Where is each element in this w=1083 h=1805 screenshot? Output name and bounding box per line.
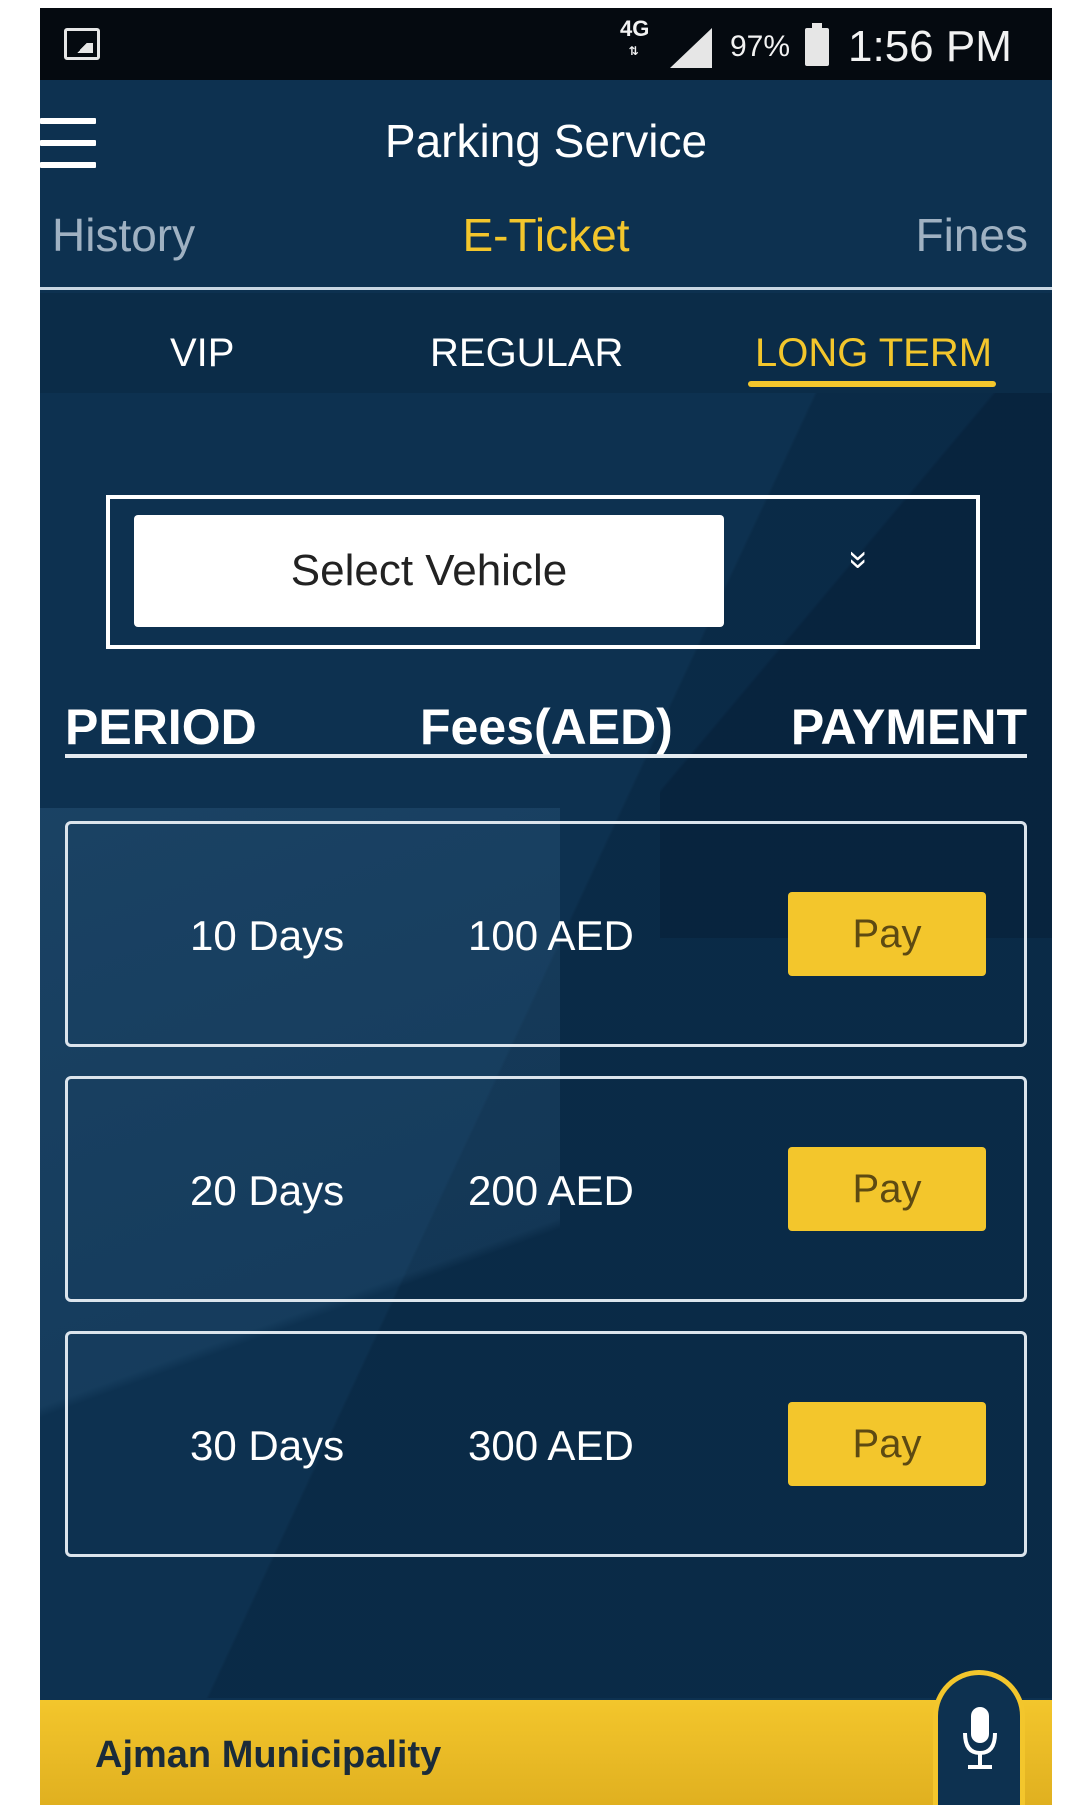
hamburger-menu-icon[interactable] bbox=[40, 118, 96, 170]
row-fee: 200 AED bbox=[468, 1167, 634, 1214]
row-fee: 300 AED bbox=[468, 1422, 634, 1469]
tab-fines[interactable]: Fines bbox=[916, 208, 1028, 262]
vehicle-select-field[interactable]: Select Vehicle bbox=[134, 515, 724, 627]
data-arrows-icon: ⇅ bbox=[628, 44, 641, 58]
battery-icon bbox=[805, 23, 829, 66]
image-notification-icon bbox=[64, 28, 100, 60]
fee-row: 10 Days 100 AED Pay bbox=[65, 821, 1027, 1047]
main-tabs: E-Ticket History Fines bbox=[40, 198, 1052, 290]
network-label: 4G bbox=[620, 16, 650, 41]
row-period: 20 Days bbox=[190, 1167, 345, 1214]
signal-icon bbox=[670, 28, 712, 68]
chevron-glyph: » bbox=[840, 550, 879, 570]
row-period: 10 Days bbox=[190, 912, 345, 959]
fee-table-header: PERIOD Fees(AED) PAYMENT bbox=[65, 688, 1027, 758]
pay-button[interactable]: Pay bbox=[788, 1147, 986, 1231]
column-header-fees: Fees(AED) bbox=[420, 699, 673, 755]
phone-screen: 4G ⇅ 97% 1:56 PM Parking Service E-Ticke… bbox=[40, 8, 1052, 1805]
active-tab-indicator bbox=[748, 381, 996, 387]
double-chevron-down-icon[interactable]: » bbox=[840, 545, 878, 575]
vehicle-select[interactable]: Select Vehicle » bbox=[106, 495, 980, 649]
pay-button[interactable]: Pay bbox=[788, 892, 986, 976]
status-bar: 4G ⇅ 97% 1:56 PM bbox=[40, 8, 1052, 80]
ticket-type-tabs: VIP REGULAR LONG TERM bbox=[40, 293, 1052, 393]
column-header-payment: PAYMENT bbox=[790, 699, 1027, 755]
tab-vip[interactable]: VIP bbox=[170, 331, 234, 376]
clock: 1:56 PM bbox=[848, 22, 1012, 71]
footer-label: Ajman Municipality bbox=[95, 1734, 442, 1776]
pay-button[interactable]: Pay bbox=[788, 1402, 986, 1486]
tab-history[interactable]: History bbox=[52, 208, 195, 262]
row-fee: 100 AED bbox=[468, 912, 634, 959]
tab-regular[interactable]: REGULAR bbox=[430, 331, 623, 376]
network-indicator: 4G ⇅ bbox=[620, 18, 649, 62]
voice-button[interactable] bbox=[933, 1670, 1025, 1805]
fee-row: 20 Days 200 AED Pay bbox=[65, 1076, 1027, 1302]
app-bar: Parking Service bbox=[40, 80, 1052, 188]
tab-long-term[interactable]: LONG TERM bbox=[755, 331, 992, 376]
footer-bar: Ajman Municipality bbox=[40, 1700, 1052, 1805]
fee-row: 30 Days 300 AED Pay bbox=[65, 1331, 1027, 1557]
microphone-icon bbox=[963, 1707, 997, 1769]
battery-percent: 97% bbox=[730, 30, 791, 63]
app-title: Parking Service bbox=[384, 115, 708, 167]
row-period: 30 Days bbox=[190, 1422, 345, 1469]
column-header-period: PERIOD bbox=[65, 699, 257, 755]
